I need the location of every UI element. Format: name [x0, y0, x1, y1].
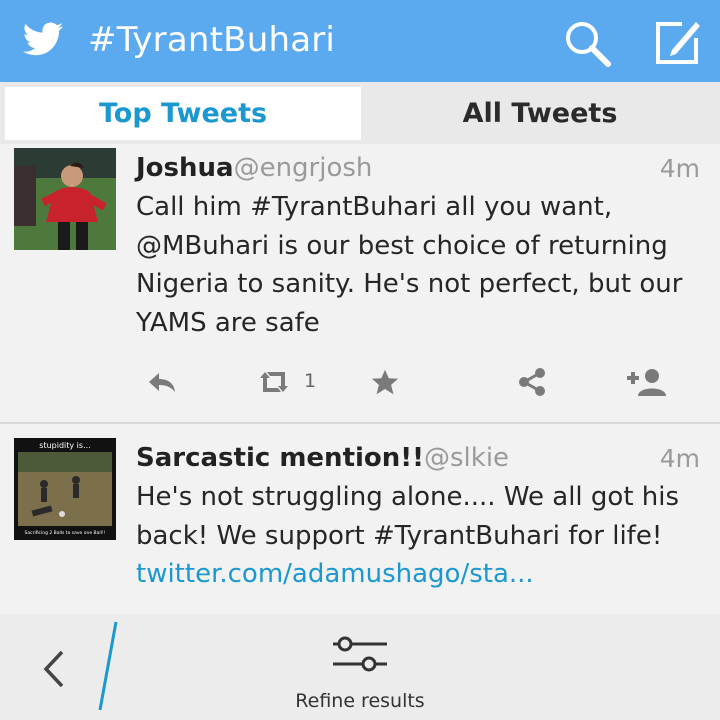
bottom-bar: Refine results	[0, 614, 720, 720]
refine-results-label[interactable]: Refine results	[260, 690, 460, 712]
divider-slash	[98, 621, 118, 711]
svg-text:Sacrificing 2 Balls to save on: Sacrificing 2 Balls to save one Ball!!	[25, 530, 106, 536]
tweet-text-line: Nigeria to sanity. He's not perfect, but…	[136, 269, 683, 299]
tweet-author-name[interactable]: Joshua	[136, 153, 234, 183]
retweet-icon[interactable]	[256, 366, 292, 398]
tweet-text-line: Call him #TyrantBuhari all you want,	[136, 192, 613, 222]
tweet-timestamp: 4m	[659, 154, 700, 183]
tweet-text-line: He's not struggling alone.... We all got…	[136, 482, 680, 512]
tweet-author-name[interactable]: Sarcastic mention!!	[136, 443, 424, 473]
retweet-count: 1	[304, 370, 317, 392]
follow-icon[interactable]	[626, 366, 666, 398]
reply-icon[interactable]	[146, 366, 178, 398]
search-icon[interactable]	[562, 18, 612, 68]
tweet-link[interactable]: twitter.com/adamushago/sta...	[136, 555, 706, 594]
avatar[interactable]: stupidity is... Sacrificing 2 Balls to s…	[14, 438, 116, 540]
tweet-header: Sarcastic mention!!@slkie	[136, 443, 509, 473]
tweet-text: He's not struggling alone.... We all got…	[136, 478, 706, 594]
tweet-author-handle[interactable]: @engrjosh	[234, 153, 373, 183]
avatar[interactable]	[14, 148, 116, 250]
svg-text:stupidity is...: stupidity is...	[39, 441, 90, 450]
tweet-timestamp: 4m	[659, 444, 700, 473]
top-bar: #TyrantBuhari	[0, 0, 720, 82]
compose-icon[interactable]	[652, 18, 702, 68]
page-title: #TyrantBuhari	[88, 20, 336, 60]
tweet-item[interactable]: stupidity is... Sacrificing 2 Balls to s…	[0, 424, 720, 614]
share-icon[interactable]	[516, 366, 548, 398]
tweet-author-handle[interactable]: @slkie	[424, 443, 509, 473]
back-chevron-icon[interactable]	[40, 644, 70, 694]
tab-all-tweets[interactable]: All Tweets	[362, 87, 718, 140]
tweet-text-line: YAMS are safe	[136, 307, 320, 338]
tab-top-tweets[interactable]: Top Tweets	[5, 87, 361, 140]
tweet-text: Call him #TyrantBuhari all you want, @MB…	[136, 188, 706, 342]
tweet-item[interactable]: Joshua@engrjosh 4m Call him #TyrantBuhar…	[0, 146, 720, 422]
tweet-text-line: @MBuhari is our best choice of returning	[136, 230, 668, 261]
tweet-header: Joshua@engrjosh	[136, 153, 372, 183]
tab-bar: Top Tweets All Tweets	[0, 82, 720, 144]
tweet-actions: 1	[0, 362, 720, 402]
twitter-bird-icon	[22, 22, 64, 56]
tweet-text-line: back! We support #TyrantBuhari for life!	[136, 520, 663, 551]
refine-sliders-icon[interactable]	[331, 632, 389, 676]
star-icon[interactable]	[370, 366, 400, 398]
